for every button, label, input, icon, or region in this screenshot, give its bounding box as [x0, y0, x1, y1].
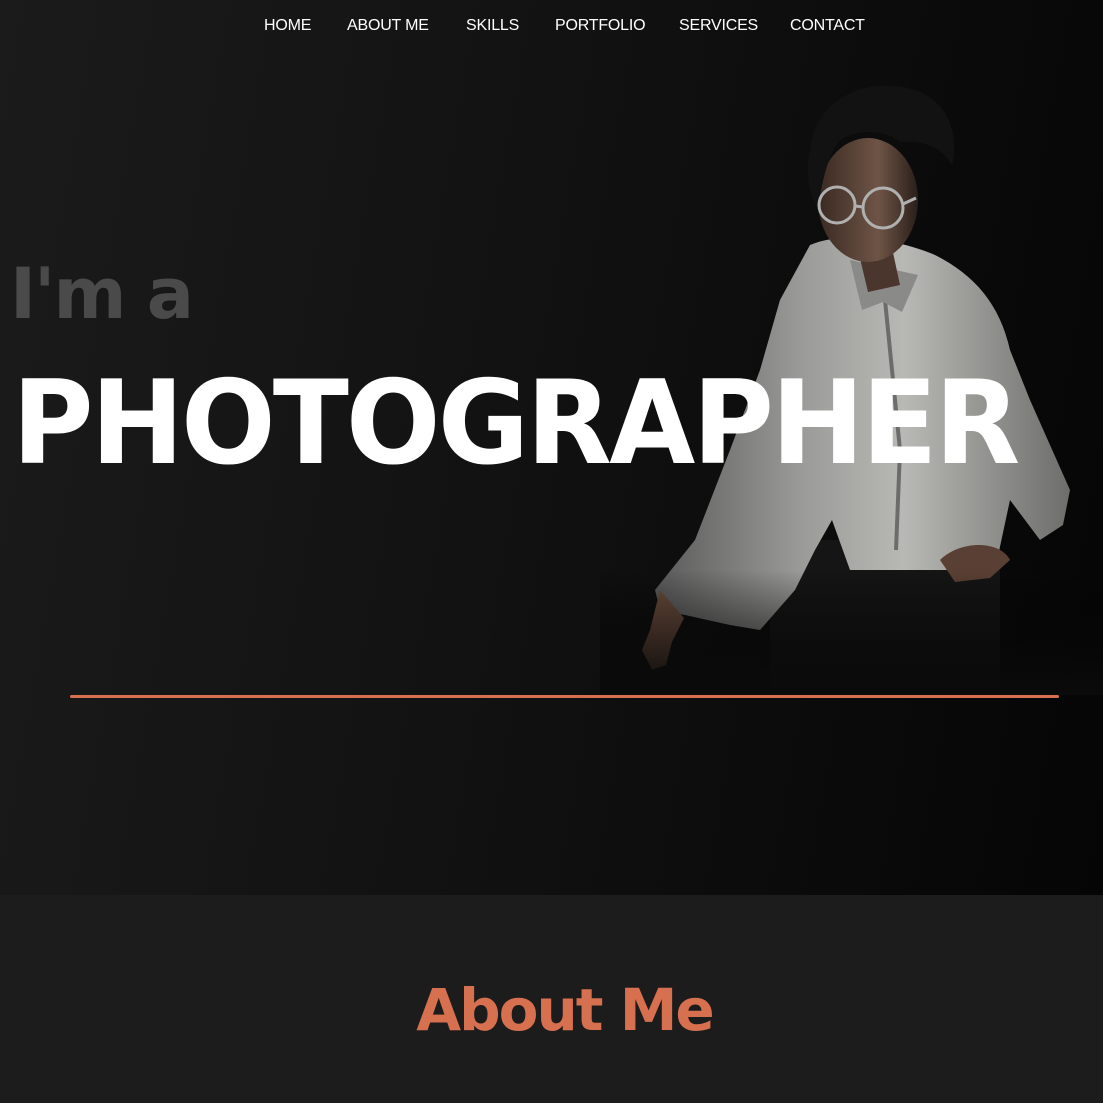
- nav-about-me[interactable]: ABOUT ME: [347, 15, 429, 37]
- nav-portfolio[interactable]: PORTFOLIO: [555, 15, 646, 37]
- about-title: About Me: [416, 976, 715, 1044]
- hero-section: HOME ABOUT ME SKILLS PORTFOLIO SERVICES …: [0, 0, 1103, 895]
- hero-headline: PHOTOGRAPHER: [12, 356, 1020, 491]
- hero-intro-text: I'm a: [10, 253, 194, 335]
- hero-divider: [70, 695, 1059, 698]
- about-section: About Me: [0, 895, 1103, 1103]
- page: HOME ABOUT ME SKILLS PORTFOLIO SERVICES …: [0, 0, 1103, 1103]
- nav-services[interactable]: SERVICES: [679, 15, 758, 37]
- nav-contact[interactable]: CONTACT: [790, 15, 865, 37]
- nav-skills[interactable]: SKILLS: [466, 15, 519, 37]
- main-nav: HOME ABOUT ME SKILLS PORTFOLIO SERVICES …: [0, 15, 1103, 37]
- nav-home[interactable]: HOME: [264, 15, 311, 37]
